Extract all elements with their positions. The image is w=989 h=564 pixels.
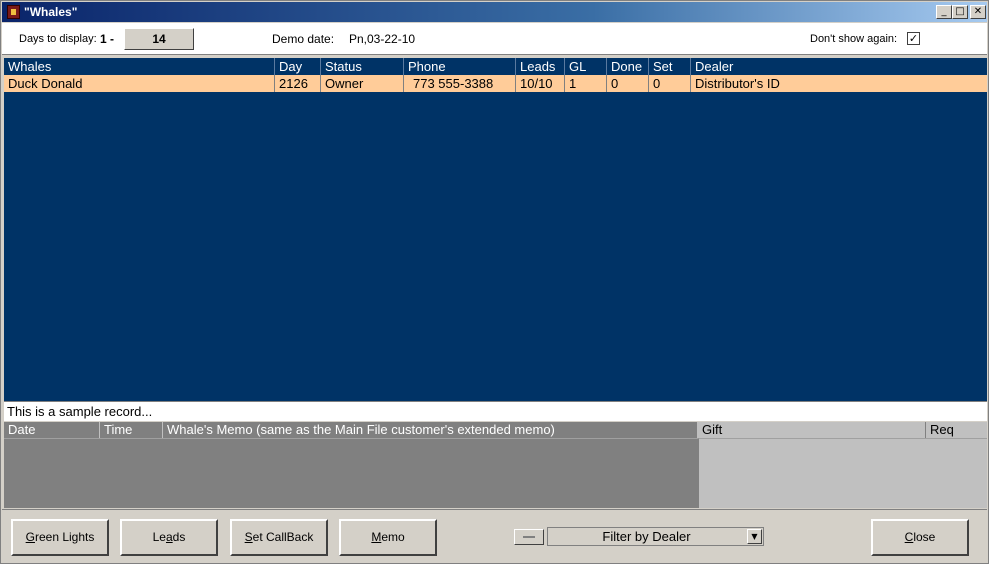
column-header-phone[interactable]: Phone: [404, 58, 516, 75]
demo-date-value: Pn,03-22-10: [349, 32, 416, 46]
memo-list[interactable]: [4, 438, 698, 508]
green-lights-button[interactable]: Green Lights: [11, 519, 109, 556]
whales-grid[interactable]: Whales Day Status Phone Leads GL Done Se…: [4, 58, 987, 401]
gift-header: Gift Req: [698, 422, 987, 438]
column-header-day[interactable]: Day: [275, 58, 321, 75]
title-bar[interactable]: "Whales" _ □ ✕: [2, 2, 987, 22]
whales-window: "Whales" _ □ ✕ Days to display: 1 - 14 D…: [0, 0, 989, 564]
chevron-down-icon[interactable]: ▼: [747, 529, 762, 544]
filter-dealer-select[interactable]: Filter by Dealer ▼: [547, 527, 764, 546]
dont-show-again-checkbox[interactable]: ✓: [907, 32, 920, 45]
memo-column-time[interactable]: Time: [100, 422, 163, 438]
set-callback-button[interactable]: Set CallBack: [230, 519, 328, 556]
column-header-whales[interactable]: Whales: [4, 58, 275, 75]
memo-button[interactable]: Memo: [339, 519, 437, 556]
gift-column-gift[interactable]: Gift: [698, 422, 926, 438]
cell-whale-name: Duck Donald: [4, 75, 275, 92]
grid-header: Whales Day Status Phone Leads GL Done Se…: [4, 58, 987, 75]
column-header-set[interactable]: Set: [649, 58, 691, 75]
dont-show-again-label: Don't show again:: [810, 33, 898, 45]
filter-dealer-value: Filter by Dealer: [602, 529, 691, 544]
days-from-value: 1 -: [100, 32, 115, 46]
bottom-toolbar: Green Lights Leads Set CallBack Memo Fil…: [2, 509, 987, 563]
app-icon[interactable]: [7, 5, 20, 19]
gift-list[interactable]: [698, 438, 987, 508]
cell-leads: 10/10: [516, 75, 565, 92]
table-row[interactable]: Duck Donald 2126 Owner 773 555-3388 10/1…: [4, 75, 987, 92]
demo-date-label: Demo date:: [272, 32, 335, 46]
column-header-done[interactable]: Done: [607, 58, 649, 75]
column-header-status[interactable]: Status: [321, 58, 404, 75]
minimize-button[interactable]: _: [936, 5, 952, 19]
gift-column-req[interactable]: Req: [926, 422, 987, 438]
cell-set: 0: [649, 75, 691, 92]
close-button[interactable]: Close: [871, 519, 969, 556]
sample-record-text: This is a sample record...: [4, 401, 987, 421]
memo-column-text[interactable]: Whale's Memo (same as the Main File cust…: [163, 422, 698, 438]
cell-done: 0: [607, 75, 649, 92]
leads-button[interactable]: Leads: [120, 519, 218, 556]
maximize-button[interactable]: □: [952, 5, 968, 19]
cell-day: 2126: [275, 75, 321, 92]
filter-toggle-button[interactable]: [514, 529, 544, 545]
close-window-button[interactable]: ✕: [970, 5, 986, 19]
cell-phone: 773 555-3388: [404, 75, 516, 92]
memo-column-date[interactable]: Date: [4, 422, 100, 438]
cell-status: Owner: [321, 75, 404, 92]
days-value-button[interactable]: 14: [124, 28, 194, 50]
options-bar: Days to display: 1 - 14 Demo date: Pn,03…: [2, 23, 987, 55]
cell-gl: 1: [565, 75, 607, 92]
column-header-dealer[interactable]: Dealer: [691, 58, 987, 75]
days-to-display-label: Days to display:: [19, 33, 97, 45]
window-title: "Whales": [24, 5, 78, 19]
cell-dealer: Distributor's ID: [695, 76, 780, 91]
column-header-gl[interactable]: GL: [565, 58, 607, 75]
column-header-leads[interactable]: Leads: [516, 58, 565, 75]
